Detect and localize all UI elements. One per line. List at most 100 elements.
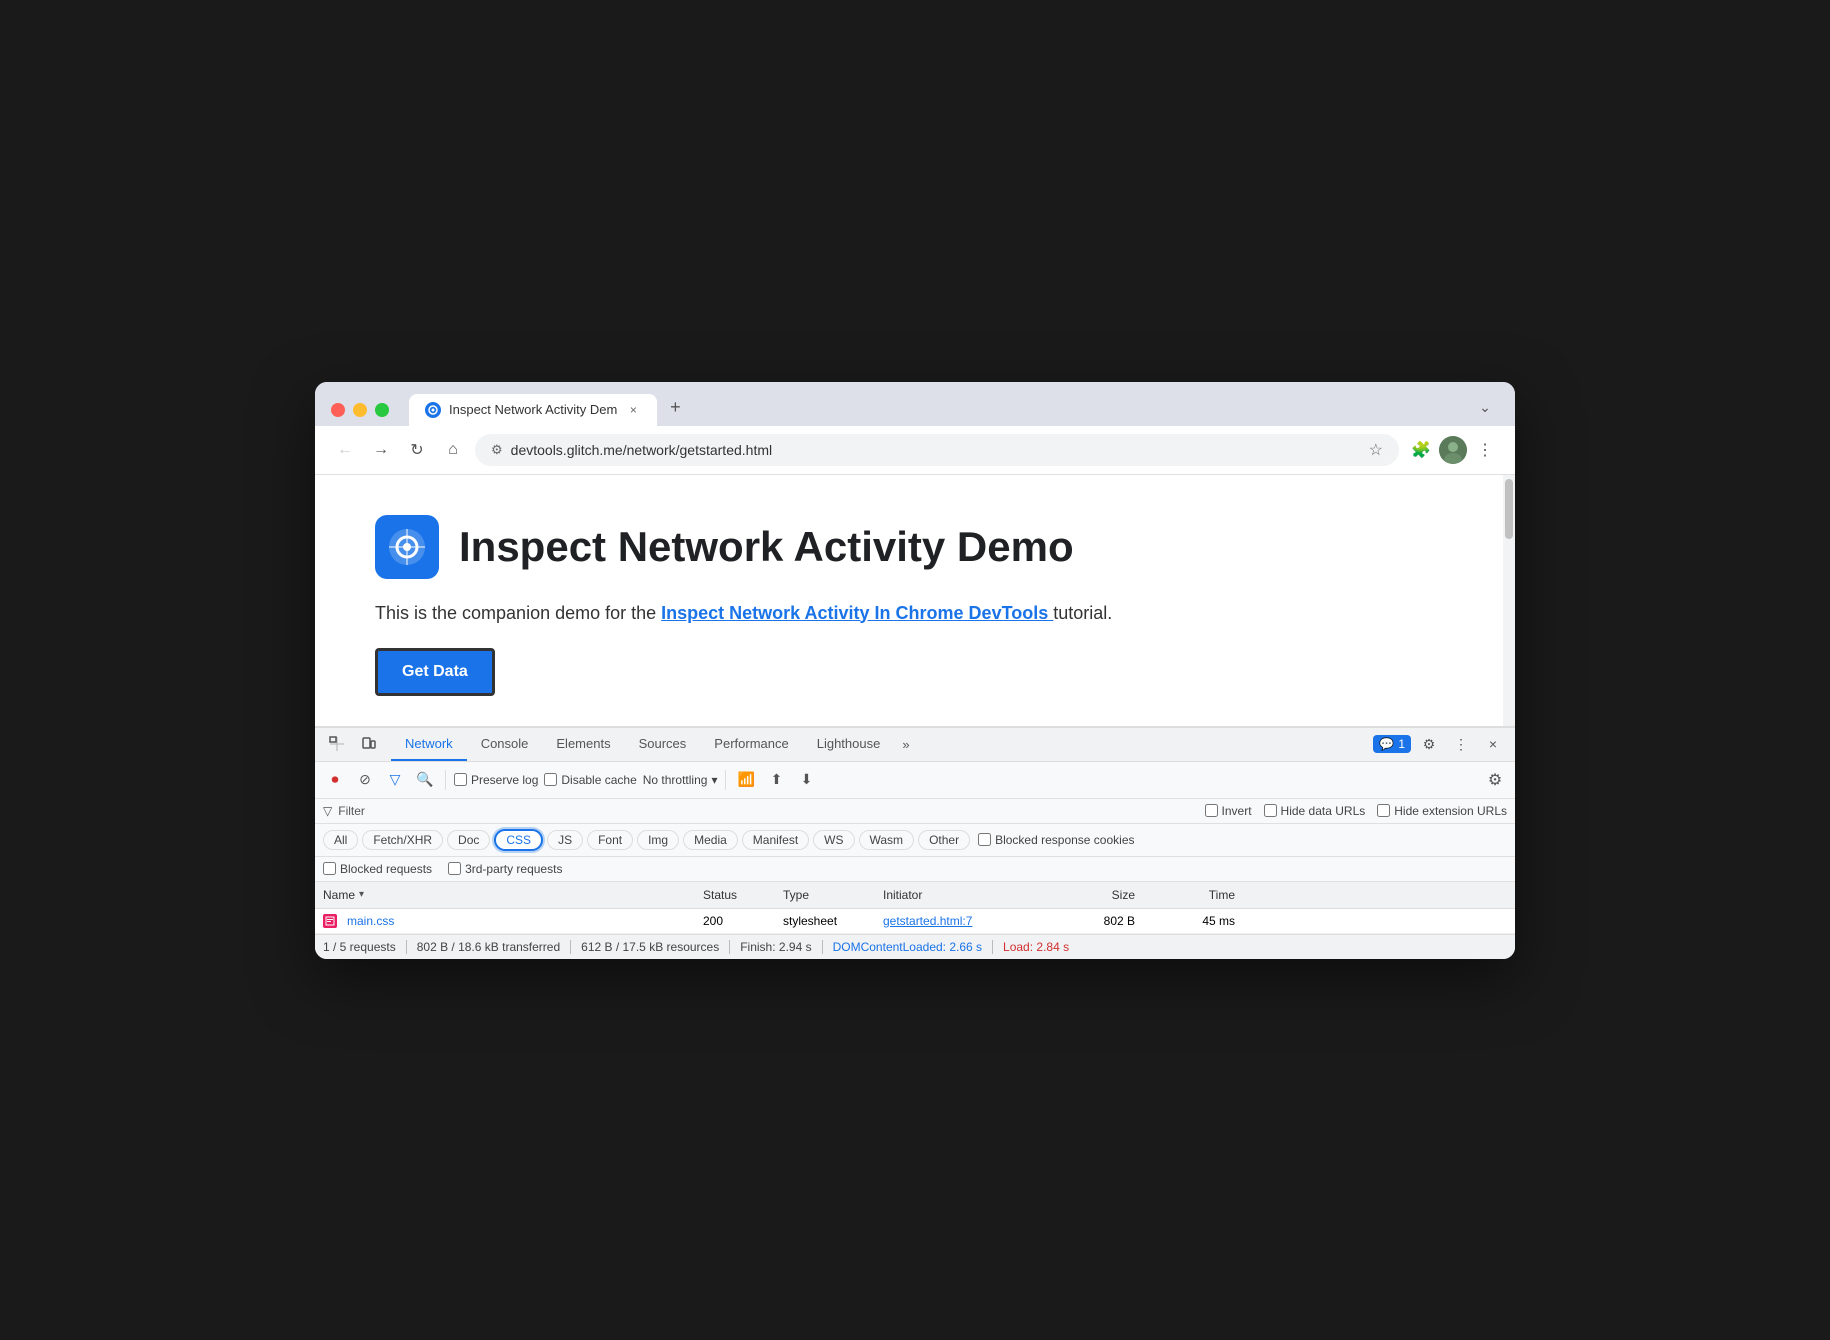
hide-data-urls-label: Hide data URLs [1281,804,1366,818]
third-party-checkbox[interactable] [448,862,461,875]
filter-css-button[interactable]: CSS [494,829,543,851]
tab-network[interactable]: Network [391,728,467,761]
disable-cache-checkbox[interactable] [544,773,557,786]
more-tabs-button[interactable]: » [894,729,917,760]
initiator-link[interactable]: getstarted.html:7 [883,914,972,928]
status-divider-5 [992,940,993,954]
filter-doc-button[interactable]: Doc [447,830,490,850]
filter-input-group: ▽ Filter [323,804,365,818]
devtools-tabs-right: 💬 1 ⚙ ⋮ × [1373,728,1507,760]
filter-all-button[interactable]: All [323,830,358,850]
filter-fetch-xhr-button[interactable]: Fetch/XHR [362,830,443,850]
preserve-log-checkbox[interactable] [454,773,467,786]
download-button[interactable]: ⬇ [794,768,818,792]
wifi-button[interactable]: 📶 [734,768,758,792]
hide-data-urls-checkbox[interactable] [1264,804,1277,817]
filter-img-button[interactable]: Img [637,830,679,850]
header-time[interactable]: Time [1143,888,1243,902]
search-button[interactable]: 🔍 [413,768,437,792]
upload-button[interactable]: ⬆ [764,768,788,792]
network-toolbar: ⏺ ⊘ ▽ 🔍 Preserve log Disable cache No th… [315,762,1515,799]
blocked-requests-checkbox[interactable] [323,862,336,875]
status-divider-4 [822,940,823,954]
tab-elements[interactable]: Elements [542,728,624,761]
clear-button[interactable]: ⊘ [353,768,377,792]
network-settings-button[interactable]: ⚙ [1483,768,1507,792]
toolbar-divider-2 [725,770,726,790]
devtools-settings-button[interactable]: ⚙ [1415,728,1443,760]
filter-media-button[interactable]: Media [683,830,738,850]
invert-checkbox[interactable] [1205,804,1218,817]
filter-font-button[interactable]: Font [587,830,633,850]
filter-js-button[interactable]: JS [547,830,583,850]
finish-time: Finish: 2.94 s [740,940,811,954]
disable-cache-group: Disable cache [544,773,636,787]
filter-other-button[interactable]: Other [918,830,970,850]
filter-funnel-icon: ▽ [323,804,332,818]
extensions-button[interactable]: 🧩 [1407,436,1435,464]
filter-button[interactable]: ▽ [383,768,407,792]
network-table: Name ▾ Status Type Initiator Size Time [315,882,1515,934]
device-toolbar-icon[interactable] [355,728,383,760]
hide-extension-urls-group: Hide extension URLs [1377,804,1507,818]
invert-checkbox-group: Invert [1205,804,1252,818]
address-bar[interactable]: ⚙ devtools.glitch.me/network/getstarted.… [475,434,1399,466]
active-tab[interactable]: Inspect Network Activity Dem × [409,394,657,426]
invert-label: Invert [1222,804,1252,818]
console-badge[interactable]: 💬 1 [1373,735,1411,753]
back-button[interactable]: ← [331,436,359,464]
filter-manifest-button[interactable]: Manifest [742,830,809,850]
devtools-panel: Network Console Elements Sources Perform… [315,726,1515,959]
nav-bar: ← → ↻ ⌂ ⚙ devtools.glitch.me/network/get… [315,426,1515,475]
filter-ws-button[interactable]: WS [813,830,854,850]
hide-extension-urls-checkbox[interactable] [1377,804,1390,817]
filter-bar: ▽ Filter Invert Hide data URLs Hide exte… [315,799,1515,824]
page-content: Inspect Network Activity Demo This is th… [315,475,1515,726]
minimize-traffic-light[interactable] [353,403,367,417]
header-name-label: Name [323,888,355,902]
tab-sources[interactable]: Sources [625,728,701,761]
requests-count: 1 / 5 requests [323,940,396,954]
status-divider-2 [570,940,571,954]
throttling-select[interactable]: No throttling ▾ [643,773,718,787]
get-data-button[interactable]: Get Data [375,648,495,696]
record-button[interactable]: ⏺ [323,768,347,792]
header-type[interactable]: Type [783,888,883,902]
title-bar: Inspect Network Activity Dem × + ⌄ [315,382,1515,426]
bookmark-icon[interactable]: ☆ [1369,440,1383,460]
refresh-button[interactable]: ↻ [403,436,431,464]
home-button[interactable]: ⌂ [439,436,467,464]
row-type: stylesheet [783,914,883,928]
maximize-traffic-light[interactable] [375,403,389,417]
tab-console[interactable]: Console [467,728,543,761]
new-tab-button[interactable]: + [661,394,689,422]
tab-close-button[interactable]: × [625,402,641,418]
toolbar-divider-1 [445,770,446,790]
status-divider-1 [406,940,407,954]
tab-lighthouse[interactable]: Lighthouse [803,728,895,761]
chrome-menu-button[interactable]: ⋮ [1471,436,1499,464]
header-size[interactable]: Size [1043,888,1143,902]
tab-performance[interactable]: Performance [700,728,802,761]
inspect-element-icon[interactable] [323,728,351,760]
header-name[interactable]: Name ▾ [323,888,703,902]
tab-title: Inspect Network Activity Dem [449,402,617,417]
row-filename[interactable]: main.css [347,914,394,928]
preserve-log-label: Preserve log [471,773,538,787]
scrollbar[interactable] [1503,475,1515,726]
close-traffic-light[interactable] [331,403,345,417]
hide-extension-urls-label: Hide extension URLs [1394,804,1507,818]
nav-actions: 🧩 ⋮ [1407,436,1499,464]
row-status: 200 [703,914,783,928]
header-initiator[interactable]: Initiator [883,888,1043,902]
blocked-response-checkbox[interactable] [978,833,991,846]
throttling-label: No throttling [643,773,708,787]
profile-avatar[interactable] [1439,436,1467,464]
devtools-menu-button[interactable]: ⋮ [1447,728,1475,760]
tab-menu-button[interactable]: ⌄ [1471,394,1499,422]
devtools-close-button[interactable]: × [1479,728,1507,760]
description-link[interactable]: Inspect Network Activity In Chrome DevTo… [661,603,1053,623]
header-status[interactable]: Status [703,888,783,902]
filter-wasm-button[interactable]: Wasm [859,830,915,850]
forward-button[interactable]: → [367,436,395,464]
